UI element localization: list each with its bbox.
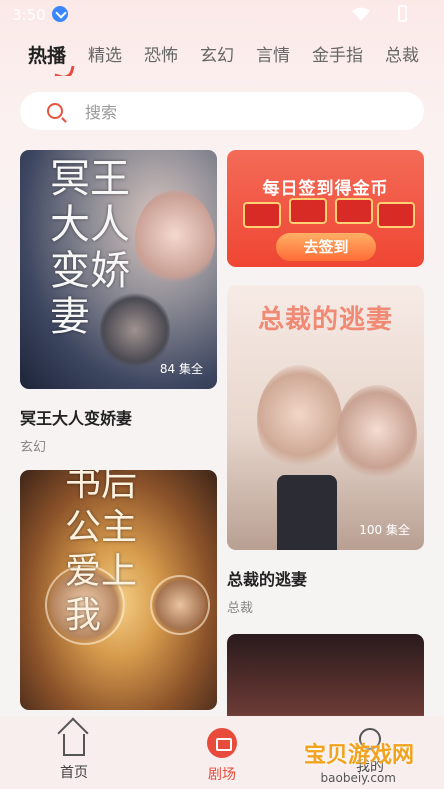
drama-genre: 总裁 xyxy=(227,601,254,616)
battery-icon xyxy=(398,5,407,22)
banner-title: 每日签到得金币 xyxy=(262,179,389,199)
watermark-url: baobeiy.com xyxy=(320,771,396,785)
poster-face xyxy=(257,365,342,475)
tab-horror[interactable]: 恐怖 xyxy=(144,42,178,76)
tab-romance[interactable]: 言情 xyxy=(256,42,290,76)
nav-theater[interactable]: 剧场 xyxy=(182,728,262,784)
nav-label: 首页 xyxy=(60,765,88,781)
status-time: 3:50 xyxy=(12,6,46,24)
left-column: 冥王大人变娇妻 84 集全 冥王大人变娇妻 玄幻 书后公主爱上我 xyxy=(20,150,217,710)
checkin-button[interactable]: 去签到 xyxy=(276,233,376,261)
drama-poster[interactable]: 书后公主爱上我 xyxy=(20,470,217,710)
red-envelope-icon xyxy=(377,202,415,228)
tab-ceo[interactable]: 总裁 xyxy=(385,42,419,76)
drama-poster[interactable]: 总裁的逃妻 100 集全 xyxy=(227,285,424,550)
episode-count-badge: 100 集全 xyxy=(359,523,410,537)
red-envelope-icon xyxy=(289,198,327,224)
search-bar[interactable]: 搜索 xyxy=(20,92,424,130)
red-envelope-icon xyxy=(335,198,373,224)
nav-label: 剧场 xyxy=(208,767,236,783)
search-placeholder: 搜索 xyxy=(85,103,118,122)
tab-golden-finger[interactable]: 金手指 xyxy=(312,42,363,76)
tab-featured[interactable]: 精选 xyxy=(88,42,122,76)
poster-suit xyxy=(277,475,337,550)
drama-card[interactable]: 书后公主爱上我 xyxy=(20,470,217,710)
category-tabs: 热播 精选 恐怖 玄幻 言情 金手指 总裁 xyxy=(28,42,444,76)
drama-genre: 玄幻 xyxy=(20,440,47,455)
poster-face xyxy=(337,385,417,485)
drama-card[interactable]: 冥王大人变娇妻 84 集全 冥王大人变娇妻 玄幻 xyxy=(20,150,217,455)
right-column: 每日签到得金币 去签到 总裁的逃妻 100 集全 总裁的逃妻 总裁 xyxy=(227,150,424,764)
nav-home[interactable]: 首页 xyxy=(34,728,114,782)
poster-face xyxy=(135,190,215,290)
tab-fantasy[interactable]: 玄幻 xyxy=(200,42,234,76)
watermark-logo: 宝贝游戏网 xyxy=(303,743,414,768)
status-bar: 3:50 xyxy=(0,0,444,32)
poster-title-art: 冥王大人变娇妻 xyxy=(50,156,130,340)
home-icon xyxy=(63,734,85,756)
poster-bubble xyxy=(150,575,210,635)
tab-hot[interactable]: 热播 xyxy=(28,42,66,76)
red-envelope-icon xyxy=(243,202,281,228)
search-icon xyxy=(47,103,63,119)
drama-poster[interactable]: 冥王大人变娇妻 84 集全 xyxy=(20,150,217,389)
drama-title[interactable]: 总裁的逃妻 xyxy=(227,566,424,590)
poster-title-art: 总裁的逃妻 xyxy=(257,305,393,335)
poster-title-art: 书后公主爱上我 xyxy=(65,470,138,636)
wifi-icon xyxy=(352,7,370,21)
episode-count-badge: 84 集全 xyxy=(159,362,203,376)
drama-card[interactable]: 总裁的逃妻 100 集全 总裁的逃妻 总裁 xyxy=(227,285,424,616)
drama-title[interactable]: 冥王大人变娇妻 xyxy=(20,405,217,429)
download-icon xyxy=(52,6,68,22)
checkin-banner[interactable]: 每日签到得金币 去签到 xyxy=(227,150,424,267)
drama-icon xyxy=(207,728,237,758)
